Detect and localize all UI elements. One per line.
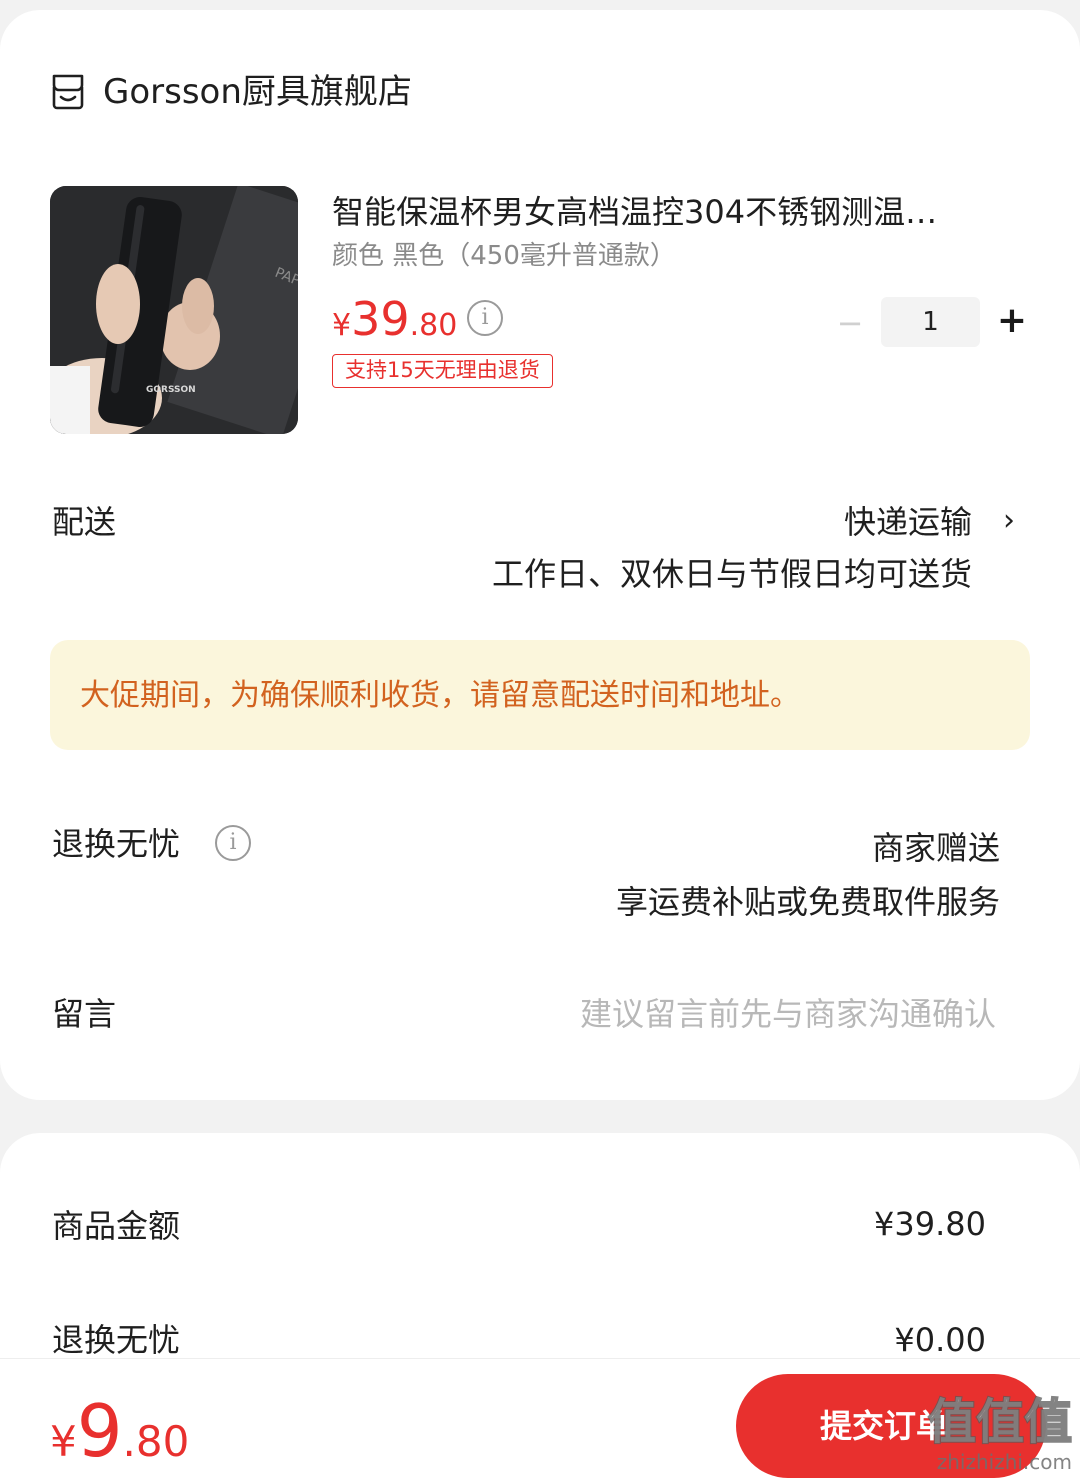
refund-badge: 支持15天无理由退货 bbox=[332, 354, 553, 388]
quantity-input[interactable]: 1 bbox=[881, 297, 980, 347]
return-fee-label: 退换无忧 bbox=[52, 1321, 181, 1359]
quantity-minus-button[interactable]: − bbox=[836, 305, 864, 341]
total-integer: 9 bbox=[76, 1389, 123, 1473]
goods-amount-value: ¥39.80 bbox=[874, 1205, 986, 1243]
return-service-value: 商家赠送 bbox=[871, 829, 1000, 867]
price-info-icon[interactable]: i bbox=[467, 300, 503, 336]
product-image[interactable]: PAP GORSSON bbox=[50, 186, 298, 434]
product-spec[interactable]: 颜色 黑色（450毫升普通款） bbox=[332, 238, 676, 274]
total-currency: ¥ bbox=[50, 1417, 77, 1466]
return-info-icon[interactable]: i bbox=[215, 825, 251, 861]
price-integer: 39 bbox=[351, 292, 410, 346]
total-price: ¥9.80 bbox=[50, 1386, 189, 1482]
promo-notice: 大促期间，为确保顺利收货，请留意配送时间和地址。 bbox=[50, 640, 1030, 750]
total-decimal: .80 bbox=[122, 1417, 190, 1466]
shop-icon bbox=[52, 74, 84, 110]
price-decimal: .80 bbox=[409, 308, 458, 343]
delivery-note: 工作日、双休日与节假日均可送货 bbox=[491, 555, 972, 593]
product-title[interactable]: 智能保温杯男女高档温控304不锈钢测温… bbox=[332, 190, 1022, 234]
return-fee-value: ¥0.00 bbox=[894, 1321, 986, 1359]
submit-order-button[interactable]: 提交订单 bbox=[736, 1374, 1046, 1478]
message-input[interactable]: 建议留言前先与商家沟通确认 bbox=[580, 992, 996, 1036]
bottle-tag: GORSSON bbox=[146, 385, 196, 395]
message-label: 留言 bbox=[52, 995, 117, 1033]
promo-notice-text: 大促期间，为确保顺利收货，请留意配送时间和地址。 bbox=[80, 678, 800, 713]
delivery-method[interactable]: 快递运输 bbox=[844, 500, 972, 544]
delivery-label: 配送 bbox=[52, 503, 117, 541]
shop-name[interactable]: Gorsson厨具旗舰店 bbox=[103, 70, 412, 114]
price-currency: ¥ bbox=[332, 308, 352, 343]
goods-amount-label: 商品金额 bbox=[52, 1207, 181, 1245]
product-price: ¥39.80 bbox=[332, 290, 457, 359]
return-service-desc: 享运费补贴或免费取件服务 bbox=[615, 883, 1000, 921]
chevron-right-icon[interactable]: › bbox=[1003, 505, 1027, 537]
return-service-label: 退换无忧 bbox=[52, 825, 181, 863]
quantity-plus-button[interactable]: + bbox=[996, 301, 1028, 341]
